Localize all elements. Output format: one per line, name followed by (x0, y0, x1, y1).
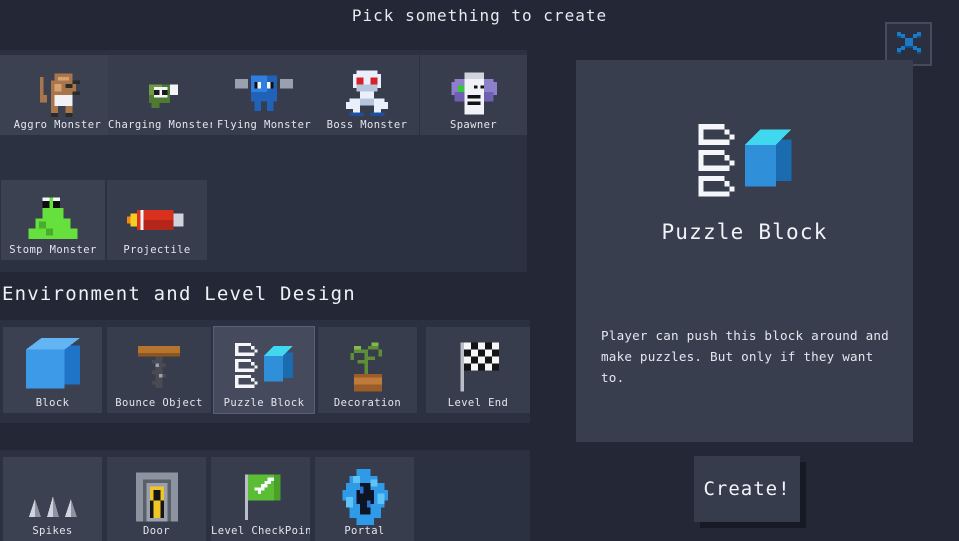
tile-portal[interactable]: Portal (315, 457, 414, 541)
tile-label: Block (35, 397, 70, 409)
block-icon (3, 331, 102, 403)
tile-door[interactable]: Door (107, 457, 206, 541)
tile-label: Spawner (449, 119, 498, 131)
tile-label: Door (143, 525, 170, 537)
detail-puzzle-block-icon (576, 118, 913, 208)
tile-puzzle-block[interactable]: Puzzle Block (213, 326, 315, 414)
tile-boss-monster[interactable]: Boss Monster (315, 55, 419, 135)
tile-stomp-monster[interactable]: Stomp Monster (1, 180, 105, 260)
decoration-icon (318, 331, 417, 403)
portal-icon (315, 461, 414, 533)
tile-label: Flying Monster (216, 119, 312, 131)
tile-label: Bounce Object (115, 397, 203, 409)
tile-flying-monster[interactable]: Flying Monster (212, 55, 316, 135)
tile-label: Puzzle Block (223, 397, 305, 409)
tile-label: Charging Monster (108, 119, 215, 131)
tile-label: Boss Monster (326, 119, 408, 131)
tile-bounce-object[interactable]: Bounce Object (107, 327, 211, 413)
tile-block[interactable]: Block (3, 327, 102, 413)
level-checkpoint-icon (211, 461, 310, 533)
tile-spawner[interactable]: Spawner (420, 55, 527, 135)
door-icon (107, 461, 206, 533)
tile-spikes[interactable]: Spikes (3, 457, 102, 541)
create-button-label: Create! (703, 478, 791, 500)
tile-label: Level End (447, 397, 509, 409)
spikes-icon (3, 481, 102, 529)
close-x-icon (895, 28, 923, 60)
level-end-icon (426, 331, 530, 403)
bounce-object-icon (107, 331, 211, 403)
tile-label: Stomp Monster (9, 244, 97, 256)
page-title: Pick something to create (351, 6, 608, 25)
tile-level-checkpoint[interactable]: Level CheckPoint (211, 457, 310, 541)
tile-label: Decoration (333, 397, 402, 409)
puzzle-block-icon (214, 331, 314, 403)
tile-charging-monster[interactable]: Charging Monster (108, 55, 215, 135)
tile-decoration[interactable]: Decoration (318, 327, 417, 413)
create-menu-screen: Pick something to create Aggro Monster C… (0, 0, 959, 541)
tile-label: Portal (344, 525, 385, 537)
tile-level-end[interactable]: Level End (426, 327, 530, 413)
detail-description: Player can push this block around and ma… (601, 328, 889, 385)
tile-label: Spikes (32, 525, 73, 537)
tile-label: Aggro Monster (13, 119, 102, 131)
create-button[interactable]: Create! (694, 456, 800, 522)
tile-projectile[interactable]: Projectile (107, 180, 207, 260)
section-heading-environment: Environment and Level Design (2, 283, 356, 305)
tile-label: Projectile (123, 244, 191, 256)
tile-aggro-monster[interactable]: Aggro Monster (0, 55, 115, 135)
detail-panel: Puzzle Block Player can push this block … (576, 60, 913, 442)
tile-label: Level CheckPoint (211, 525, 310, 537)
detail-title: Puzzle Block (661, 220, 828, 244)
